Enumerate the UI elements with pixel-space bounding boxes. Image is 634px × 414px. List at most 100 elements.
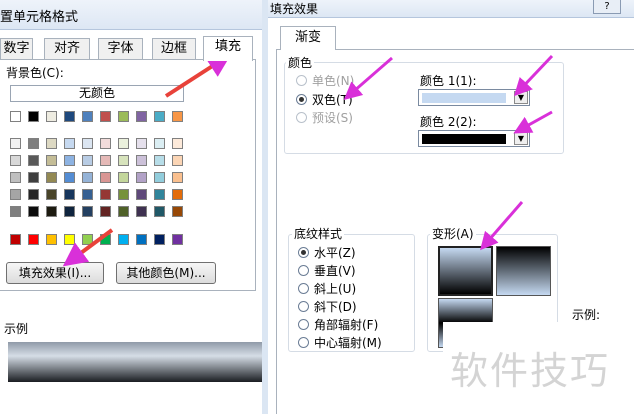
theme-color-swatch[interactable] (118, 155, 129, 166)
standard-color-swatch[interactable] (100, 234, 111, 245)
theme-color-swatch[interactable] (82, 172, 93, 183)
theme-color-swatch[interactable] (10, 138, 21, 149)
standard-color-swatch[interactable] (154, 234, 165, 245)
single-color-label: 单色(N) (312, 74, 355, 88)
basic-color-swatch[interactable] (100, 111, 111, 122)
standard-color-swatch[interactable] (82, 234, 93, 245)
theme-color-swatch[interactable] (46, 155, 57, 166)
basic-color-swatch[interactable] (64, 111, 75, 122)
theme-color-swatch[interactable] (46, 206, 57, 217)
theme-color-swatch[interactable] (100, 155, 111, 166)
standard-color-swatch[interactable] (46, 234, 57, 245)
basic-color-swatch[interactable] (172, 111, 183, 122)
variant-1[interactable] (438, 246, 493, 296)
variant-2[interactable] (496, 246, 551, 296)
shading-style-radio[interactable] (298, 283, 309, 294)
theme-color-swatch[interactable] (172, 138, 183, 149)
no-color-button[interactable]: 无颜色 (10, 85, 184, 102)
basic-color-swatch[interactable] (118, 111, 129, 122)
shading-style-radio[interactable] (298, 337, 309, 348)
theme-color-swatch[interactable] (46, 172, 57, 183)
standard-color-swatch[interactable] (118, 234, 129, 245)
theme-color-swatch[interactable] (118, 206, 129, 217)
standard-color-swatch[interactable] (172, 234, 183, 245)
theme-color-swatch[interactable] (82, 189, 93, 200)
format-cells-title: 置单元格格式 (0, 10, 79, 25)
two-colors-radio[interactable] (296, 94, 307, 105)
theme-color-swatch[interactable] (100, 189, 111, 200)
theme-color-swatch[interactable] (46, 189, 57, 200)
theme-color-swatch[interactable] (154, 155, 165, 166)
theme-color-swatch[interactable] (82, 155, 93, 166)
theme-color-swatch[interactable] (154, 138, 165, 149)
theme-color-swatch[interactable] (64, 189, 75, 200)
tab-border[interactable]: 边框 (152, 38, 196, 60)
theme-color-swatch[interactable] (154, 172, 165, 183)
shading-style-label: 斜下(D) (314, 300, 357, 314)
theme-color-swatch[interactable] (64, 155, 75, 166)
theme-color-swatch[interactable] (172, 189, 183, 200)
theme-color-swatch[interactable] (136, 189, 147, 200)
tab-gradient[interactable]: 渐变 (280, 26, 336, 50)
theme-color-swatch[interactable] (64, 172, 75, 183)
theme-color-swatch[interactable] (172, 155, 183, 166)
theme-color-swatch[interactable] (100, 172, 111, 183)
theme-color-swatch[interactable] (154, 189, 165, 200)
standard-color-swatch[interactable] (28, 234, 39, 245)
basic-color-swatch[interactable] (28, 111, 39, 122)
theme-color-swatch[interactable] (28, 206, 39, 217)
theme-color-swatch[interactable] (136, 172, 147, 183)
theme-color-swatch[interactable] (64, 138, 75, 149)
basic-color-swatch[interactable] (136, 111, 147, 122)
theme-color-swatch[interactable] (100, 206, 111, 217)
theme-color-swatch[interactable] (118, 172, 129, 183)
theme-color-swatch[interactable] (154, 206, 165, 217)
theme-color-swatch[interactable] (46, 138, 57, 149)
basic-color-swatch[interactable] (10, 111, 21, 122)
more-colors-button[interactable]: 其他颜色(M)... (116, 262, 216, 284)
theme-color-swatch[interactable] (28, 172, 39, 183)
theme-color-swatch[interactable] (64, 206, 75, 217)
color2-dropdown[interactable]: ▼ (418, 130, 530, 147)
theme-color-swatch[interactable] (172, 172, 183, 183)
standard-color-swatch[interactable] (10, 234, 21, 245)
theme-color-swatch[interactable] (10, 189, 21, 200)
theme-color-swatch[interactable] (136, 206, 147, 217)
shading-style-radio[interactable] (298, 247, 309, 258)
shading-style-radio[interactable] (298, 319, 309, 330)
theme-color-swatch[interactable] (82, 138, 93, 149)
color1-dropdown[interactable]: ▼ (418, 89, 530, 106)
theme-color-swatch[interactable] (10, 172, 21, 183)
theme-color-swatch[interactable] (118, 138, 129, 149)
single-color-radio[interactable] (296, 75, 307, 86)
theme-color-swatch[interactable] (100, 138, 111, 149)
help-button[interactable]: ? (593, 0, 621, 14)
theme-color-swatch[interactable] (82, 206, 93, 217)
basic-color-swatch[interactable] (82, 111, 93, 122)
tab-number[interactable]: 数字 (0, 38, 33, 60)
tab-alignment[interactable]: 对齐 (44, 38, 90, 60)
theme-color-swatch[interactable] (136, 138, 147, 149)
basic-color-swatch[interactable] (46, 111, 57, 122)
fill-effects-button[interactable]: 填充效果(I)... (6, 262, 104, 284)
theme-color-swatch[interactable] (10, 155, 21, 166)
standard-color-swatch[interactable] (136, 234, 147, 245)
shading-style-label: 角部辐射(F) (314, 318, 379, 332)
theme-color-swatch[interactable] (118, 189, 129, 200)
basic-color-swatch[interactable] (154, 111, 165, 122)
tab-font[interactable]: 字体 (98, 38, 143, 60)
shading-style-radio[interactable] (298, 301, 309, 312)
theme-color-swatch[interactable] (172, 206, 183, 217)
shading-style-radio[interactable] (298, 265, 309, 276)
shading-style-label: 水平(Z) (314, 246, 356, 260)
theme-color-swatch[interactable] (28, 189, 39, 200)
preset-radio[interactable] (296, 112, 307, 123)
standard-color-swatch[interactable] (64, 234, 75, 245)
tab-fill[interactable]: 填充 (203, 36, 253, 61)
chevron-down-icon: ▼ (514, 91, 528, 104)
theme-color-swatch[interactable] (136, 155, 147, 166)
theme-color-swatch[interactable] (28, 155, 39, 166)
theme-color-swatch[interactable] (10, 206, 21, 217)
color2-label: 颜色 2(2): (420, 115, 477, 129)
theme-color-swatch[interactable] (28, 138, 39, 149)
